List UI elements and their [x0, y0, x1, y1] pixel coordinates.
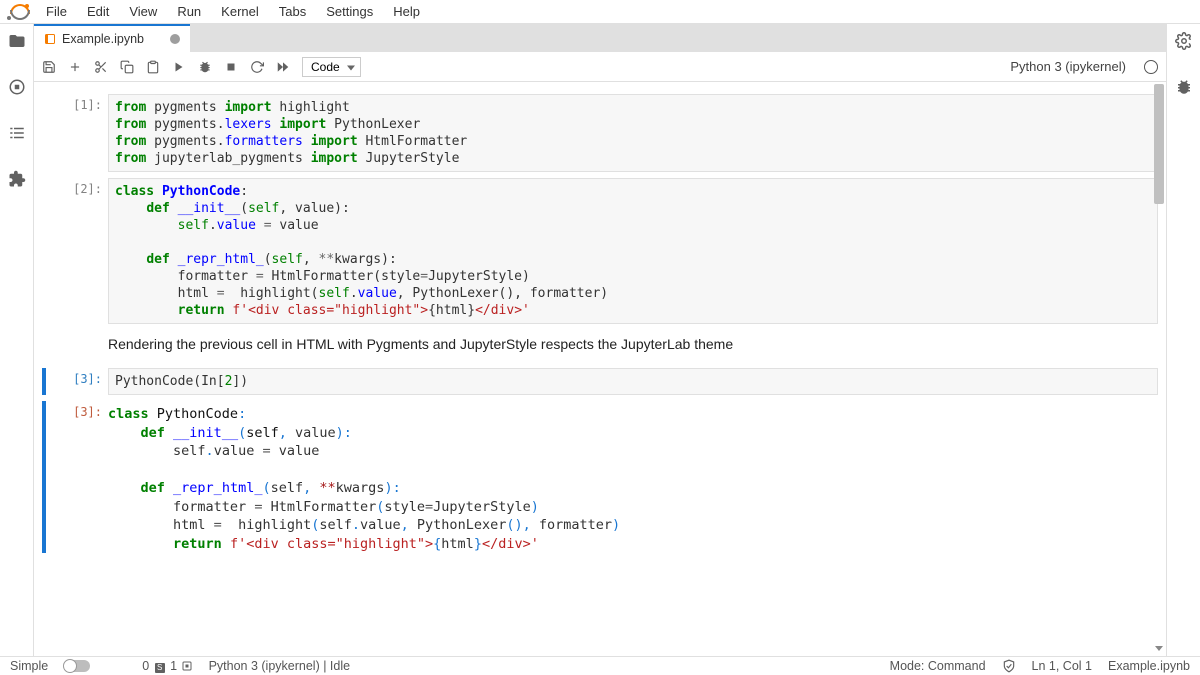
terminal-icon: S — [155, 663, 165, 673]
restart-icon[interactable] — [250, 60, 264, 74]
debugger-icon[interactable] — [1175, 78, 1193, 96]
cell-output: [3]: class PythonCode: def __init__(self… — [42, 401, 1158, 553]
cell-type-select[interactable]: Code — [302, 57, 361, 77]
markdown-rendered: Rendering the previous cell in HTML with… — [108, 330, 1158, 362]
copy-icon[interactable] — [120, 60, 134, 74]
folder-icon[interactable] — [8, 32, 26, 50]
simple-toggle[interactable] — [64, 660, 90, 672]
notebook-icon — [44, 33, 56, 45]
cell-prompt: [3]: — [48, 368, 108, 395]
sb-terminals[interactable]: 0 S 1 — [142, 659, 192, 673]
menu-tabs[interactable]: Tabs — [269, 1, 316, 22]
menu-kernel[interactable]: Kernel — [211, 1, 269, 22]
jupyter-logo-icon — [8, 2, 28, 22]
run-icon[interactable] — [172, 60, 186, 74]
cell-type-dropdown[interactable]: Code — [302, 57, 361, 77]
code-input[interactable]: PythonCode(In[2]) — [108, 368, 1158, 395]
cell-prompt: [1]: — [48, 94, 108, 172]
statusbar: Simple 0 S 1 Python 3 (ipykernel) | Idle… — [0, 656, 1200, 675]
cut-icon[interactable] — [94, 60, 108, 74]
sb-filename[interactable]: Example.ipynb — [1108, 659, 1190, 673]
left-sidebar — [0, 24, 34, 656]
kernel-sessions-icon — [181, 660, 193, 672]
tab-notebook[interactable]: Example.ipynb — [34, 24, 190, 52]
tab-filename: Example.ipynb — [62, 32, 144, 46]
paste-icon[interactable] — [146, 60, 160, 74]
code-input[interactable]: class PythonCode: def __init__(self, val… — [108, 178, 1158, 324]
bug-icon[interactable] — [198, 60, 212, 74]
sb-mode: Mode: Command — [890, 659, 986, 673]
save-icon[interactable] — [42, 60, 56, 74]
sb-kernel-status[interactable]: Python 3 (ipykernel) | Idle — [209, 659, 351, 673]
cell-prompt: [2]: — [48, 178, 108, 324]
add-cell-icon[interactable] — [68, 60, 82, 74]
menu-run[interactable]: Run — [167, 1, 211, 22]
right-sidebar — [1166, 24, 1200, 656]
code-input[interactable]: from pygments import highlight from pygm… — [108, 94, 1158, 172]
property-inspector-icon[interactable] — [1175, 32, 1193, 50]
trust-icon[interactable] — [1002, 659, 1016, 673]
menu-file[interactable]: File — [36, 1, 77, 22]
running-icon[interactable] — [8, 78, 26, 96]
scrollbar-thumb[interactable] — [1154, 84, 1164, 204]
sb-simple-label: Simple — [10, 659, 48, 673]
unsaved-dot-icon — [170, 34, 180, 44]
kernel-name[interactable]: Python 3 (ipykernel) — [1010, 59, 1126, 74]
kernel-status-icon[interactable] — [1144, 60, 1158, 74]
extensions-icon[interactable] — [8, 170, 26, 188]
main-area: Example.ipynb Code Python 3 (ipykernel) — [34, 24, 1166, 656]
menubar: File Edit View Run Kernel Tabs Settings … — [0, 0, 1200, 24]
scrollbar-down-icon[interactable] — [1154, 644, 1164, 654]
tab-bar: Example.ipynb — [34, 24, 1166, 52]
code-cell[interactable]: [1]: from pygments import highlight from… — [42, 94, 1158, 172]
menu-help[interactable]: Help — [383, 1, 430, 22]
stop-icon[interactable] — [224, 60, 238, 74]
code-cell[interactable]: [2]: class PythonCode: def __init__(self… — [42, 178, 1158, 324]
sb-cursor-pos[interactable]: Ln 1, Col 1 — [1032, 659, 1092, 673]
fast-forward-icon[interactable] — [276, 60, 290, 74]
notebook-panel[interactable]: [1]: from pygments import highlight from… — [34, 82, 1166, 656]
menu-settings[interactable]: Settings — [316, 1, 383, 22]
toc-icon[interactable] — [8, 124, 26, 142]
output-html: class PythonCode: def __init__(self, val… — [108, 401, 1158, 553]
scrollbar[interactable] — [1152, 82, 1166, 656]
menu-view[interactable]: View — [119, 1, 167, 22]
markdown-cell[interactable]: Rendering the previous cell in HTML with… — [42, 330, 1158, 362]
code-cell[interactable]: [3]: PythonCode(In[2]) — [42, 368, 1158, 395]
notebook-toolbar: Code Python 3 (ipykernel) — [34, 52, 1166, 82]
menu-edit[interactable]: Edit — [77, 1, 119, 22]
output-prompt: [3]: — [48, 401, 108, 553]
